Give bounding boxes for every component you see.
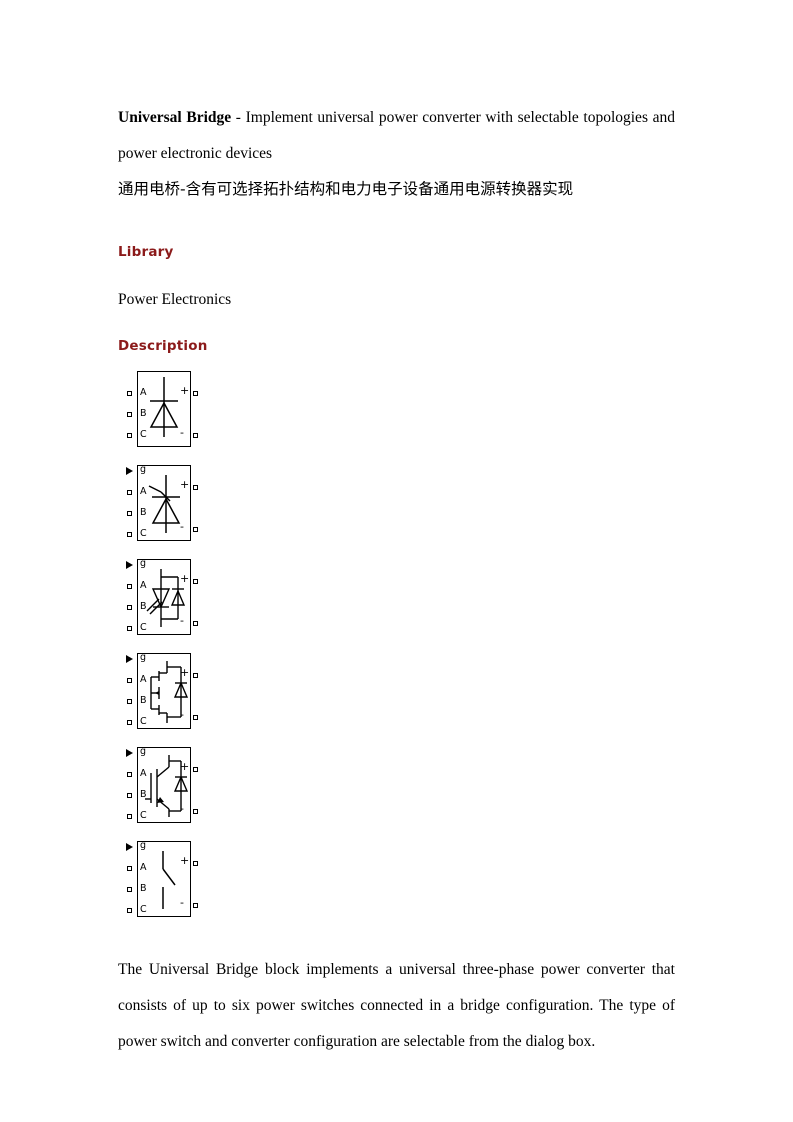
- output-port-minus: [193, 903, 198, 908]
- output-port-plus: [193, 485, 198, 490]
- input-port-b: [127, 793, 132, 798]
- input-port-c: [127, 908, 132, 913]
- block-gto-diode-bridge: g A B C + -: [124, 552, 198, 640]
- input-port-b: [127, 699, 132, 704]
- output-port-minus: [193, 621, 198, 626]
- output-port-minus: [193, 715, 198, 720]
- output-port-minus: [193, 433, 198, 438]
- library-value: Power Electronics: [118, 291, 232, 308]
- section-heading-description: Description: [118, 338, 208, 354]
- input-port-c: [127, 720, 132, 725]
- gate-input-port: [126, 467, 133, 475]
- input-port-a: [127, 772, 132, 777]
- diode-symbol-icon: [137, 371, 191, 447]
- output-port-plus: [193, 579, 198, 584]
- document-page: Universal Bridge - Implement universal p…: [0, 0, 793, 1122]
- input-port-c: [127, 532, 132, 537]
- input-port-b: [127, 511, 132, 516]
- output-port-minus: [193, 527, 198, 532]
- input-port-c: [127, 814, 132, 819]
- title-block: Universal Bridge - Implement universal p…: [118, 100, 675, 204]
- output-port-plus: [193, 861, 198, 866]
- input-port-a: [127, 866, 132, 871]
- igbt-diode-symbol-icon: [137, 747, 191, 823]
- ideal-switch-symbol-icon: [137, 841, 191, 917]
- block-diode-bridge: A B C + -: [124, 364, 198, 452]
- output-port-plus: [193, 391, 198, 396]
- block-ideal-switch-bridge: g A B C + -: [124, 834, 198, 922]
- description-paragraph: The Universal Bridge block implements a …: [118, 961, 675, 1050]
- input-port-b: [127, 887, 132, 892]
- input-port-c: [127, 433, 132, 438]
- input-port-a: [127, 490, 132, 495]
- gate-input-port: [126, 561, 133, 569]
- mosfet-diode-symbol-icon: [137, 653, 191, 729]
- thyristor-symbol-icon: [137, 465, 191, 541]
- gate-input-port: [126, 749, 133, 757]
- output-port-minus: [193, 809, 198, 814]
- gate-input-port: [126, 843, 133, 851]
- page-title-chinese: 通用电桥-含有可选择拓扑结构和电力电子设备通用电源转换器实现: [118, 180, 574, 198]
- input-port-a: [127, 584, 132, 589]
- block-symbol-stack: A B C + - g A B C + - g A B C + - g A B …: [124, 364, 675, 922]
- block-igbt-diode-bridge: g A B C + -: [124, 740, 198, 828]
- input-port-a: [127, 678, 132, 683]
- output-port-plus: [193, 767, 198, 772]
- input-port-b: [127, 412, 132, 417]
- gto-diode-symbol-icon: [137, 559, 191, 635]
- block-thyristor-bridge: g A B C + -: [124, 458, 198, 546]
- block-mosfet-diode-bridge: g A B C + -: [124, 646, 198, 734]
- input-port-a: [127, 391, 132, 396]
- section-heading-library: Library: [118, 244, 174, 260]
- input-port-c: [127, 626, 132, 631]
- input-port-b: [127, 605, 132, 610]
- document-content: Universal Bridge - Implement universal p…: [118, 100, 675, 1060]
- gate-input-port: [126, 655, 133, 663]
- output-port-plus: [193, 673, 198, 678]
- page-title-bold: Universal Bridge: [118, 109, 232, 126]
- page-title: Universal Bridge - Implement universal p…: [118, 100, 675, 172]
